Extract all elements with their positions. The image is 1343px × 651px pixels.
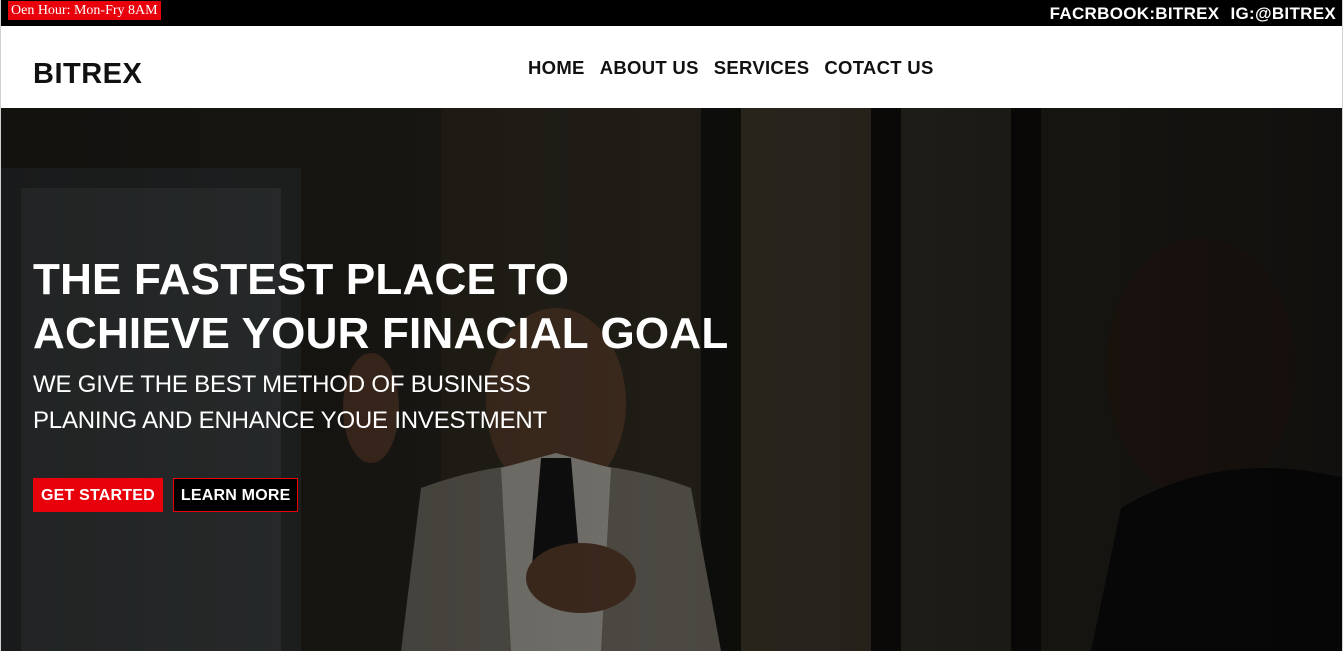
nav-about-us[interactable]: ABOUT US xyxy=(600,56,699,80)
get-started-button[interactable]: GET STARTED xyxy=(33,478,163,512)
instagram-link[interactable]: IG:@BITREX xyxy=(1230,4,1336,23)
site-logo[interactable]: BITREX xyxy=(33,57,142,91)
main-nav: HOME ABOUT US SERVICES COTACT US xyxy=(528,56,934,80)
hero-subline-line-2: PLANING AND ENHANCE YOUE INVESTMENT xyxy=(33,407,547,434)
landing-page: Oen Hour: Mon-Fry 8AM FACRBOOK:BITREX IG… xyxy=(0,0,1343,651)
opening-hours: Oen Hour: Mon-Fry 8AM xyxy=(8,1,161,20)
social-links: FACRBOOK:BITREX IG:@BITREX xyxy=(1044,3,1336,25)
hero-subline-line-1: WE GIVE THE BEST METHOD OF BUSINESS xyxy=(33,371,531,398)
hero-section: THE FASTEST PLACE TO ACHIEVE YOUR FINACI… xyxy=(1,108,1342,651)
learn-more-button[interactable]: LEARN MORE xyxy=(172,478,299,512)
hero-headline-line-2: ACHIEVE YOUR FINACIAL GOAL xyxy=(33,309,729,358)
site-header: BITREX HOME ABOUT US SERVICES COTACT US xyxy=(1,26,1342,108)
nav-home[interactable]: HOME xyxy=(528,56,585,80)
hero-text: THE FASTEST PLACE TO ACHIEVE YOUR FINACI… xyxy=(33,253,728,439)
top-bar: Oen Hour: Mon-Fry 8AM FACRBOOK:BITREX IG… xyxy=(1,0,1342,26)
nav-contact-us[interactable]: COTACT US xyxy=(824,56,933,80)
facebook-link[interactable]: FACRBOOK:BITREX xyxy=(1050,4,1220,23)
hero-headline-line-1: THE FASTEST PLACE TO xyxy=(33,255,570,304)
nav-services[interactable]: SERVICES xyxy=(714,56,810,80)
hero-buttons: GET STARTED LEARN MORE xyxy=(33,478,299,512)
